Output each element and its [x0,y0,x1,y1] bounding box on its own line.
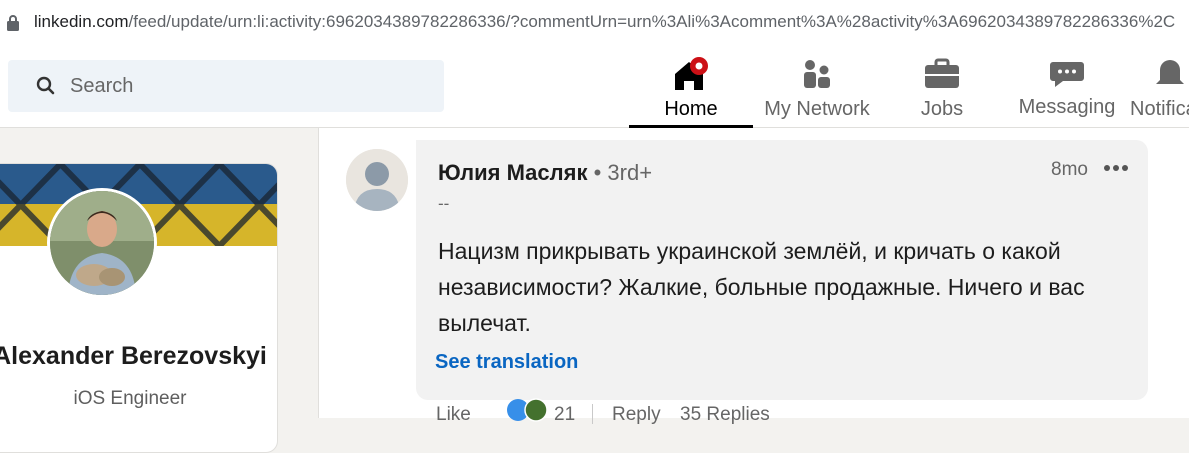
connection-degree: • 3rd+ [593,160,653,185]
like-button[interactable]: Like [436,404,471,426]
comment-bubble: Юлия Масляк • 3rd+ -- 8mo Нацизм прикрыв… [416,140,1148,400]
commenter-avatar[interactable] [346,149,408,211]
nav-home[interactable]: Home [629,48,753,128]
browser-url-bar[interactable]: linkedin.com/feed/update/urn:li:activity… [0,0,1189,48]
nav-notifications[interactable]: Notifications [1130,48,1189,128]
nav-jobs-label: Jobs [920,98,964,120]
reply-button[interactable]: Reply [612,404,661,426]
url-path: /feed/update/urn:li:activity:69620343897… [128,12,1176,31]
ellipsis-icon [1104,165,1128,171]
nav-jobs[interactable]: Jobs [900,48,984,128]
profile-card: Alexander Berezovskyi iOS Engineer [0,163,278,453]
lock-icon [7,15,19,31]
comment-author[interactable]: Юлия Масляк [438,160,587,185]
bell-icon [1156,60,1184,84]
profile-name[interactable]: Alexander Berezovskyi [0,342,277,371]
nav-messaging-label: Messaging [1018,96,1116,118]
search-box[interactable] [8,60,444,112]
profile-avatar[interactable] [47,188,157,298]
default-avatar-icon [346,149,408,211]
see-translation-link[interactable]: See translation [435,351,578,374]
profile-headline: iOS Engineer [73,388,187,409]
reactions-count[interactable]: 21 [554,404,575,426]
reactions-icon[interactable] [506,398,550,422]
nav-messaging[interactable]: Messaging [1010,48,1124,128]
search-input[interactable] [70,72,430,100]
top-nav: Home My Network Jobs Messaging [0,48,1189,128]
comment-text: Нацизм прикрывать украинской землёй, и к… [438,238,1085,336]
nav-my-network-label: My Network [764,98,870,120]
comment-author-headline: -- [438,194,450,213]
search-icon [36,76,55,95]
action-divider [592,404,593,424]
url-text[interactable]: linkedin.com/feed/update/urn:li:activity… [34,12,1184,32]
replies-count[interactable]: 35 Replies [680,404,770,426]
briefcase-icon [925,58,959,88]
message-icon [1050,62,1084,87]
comment-timestamp: 8mo [1051,159,1088,180]
more-options-button[interactable] [1098,152,1134,180]
person-photo [50,191,154,295]
people-icon [804,60,830,88]
home-icon [675,57,708,90]
url-host: linkedin.com [34,12,129,31]
nav-notifications-label: Notifications [1130,98,1189,120]
nav-my-network[interactable]: My Network [757,48,877,128]
comment-author-line[interactable]: Юлия Масляк • 3rd+ [438,160,652,186]
nav-home-label: Home [664,98,718,120]
